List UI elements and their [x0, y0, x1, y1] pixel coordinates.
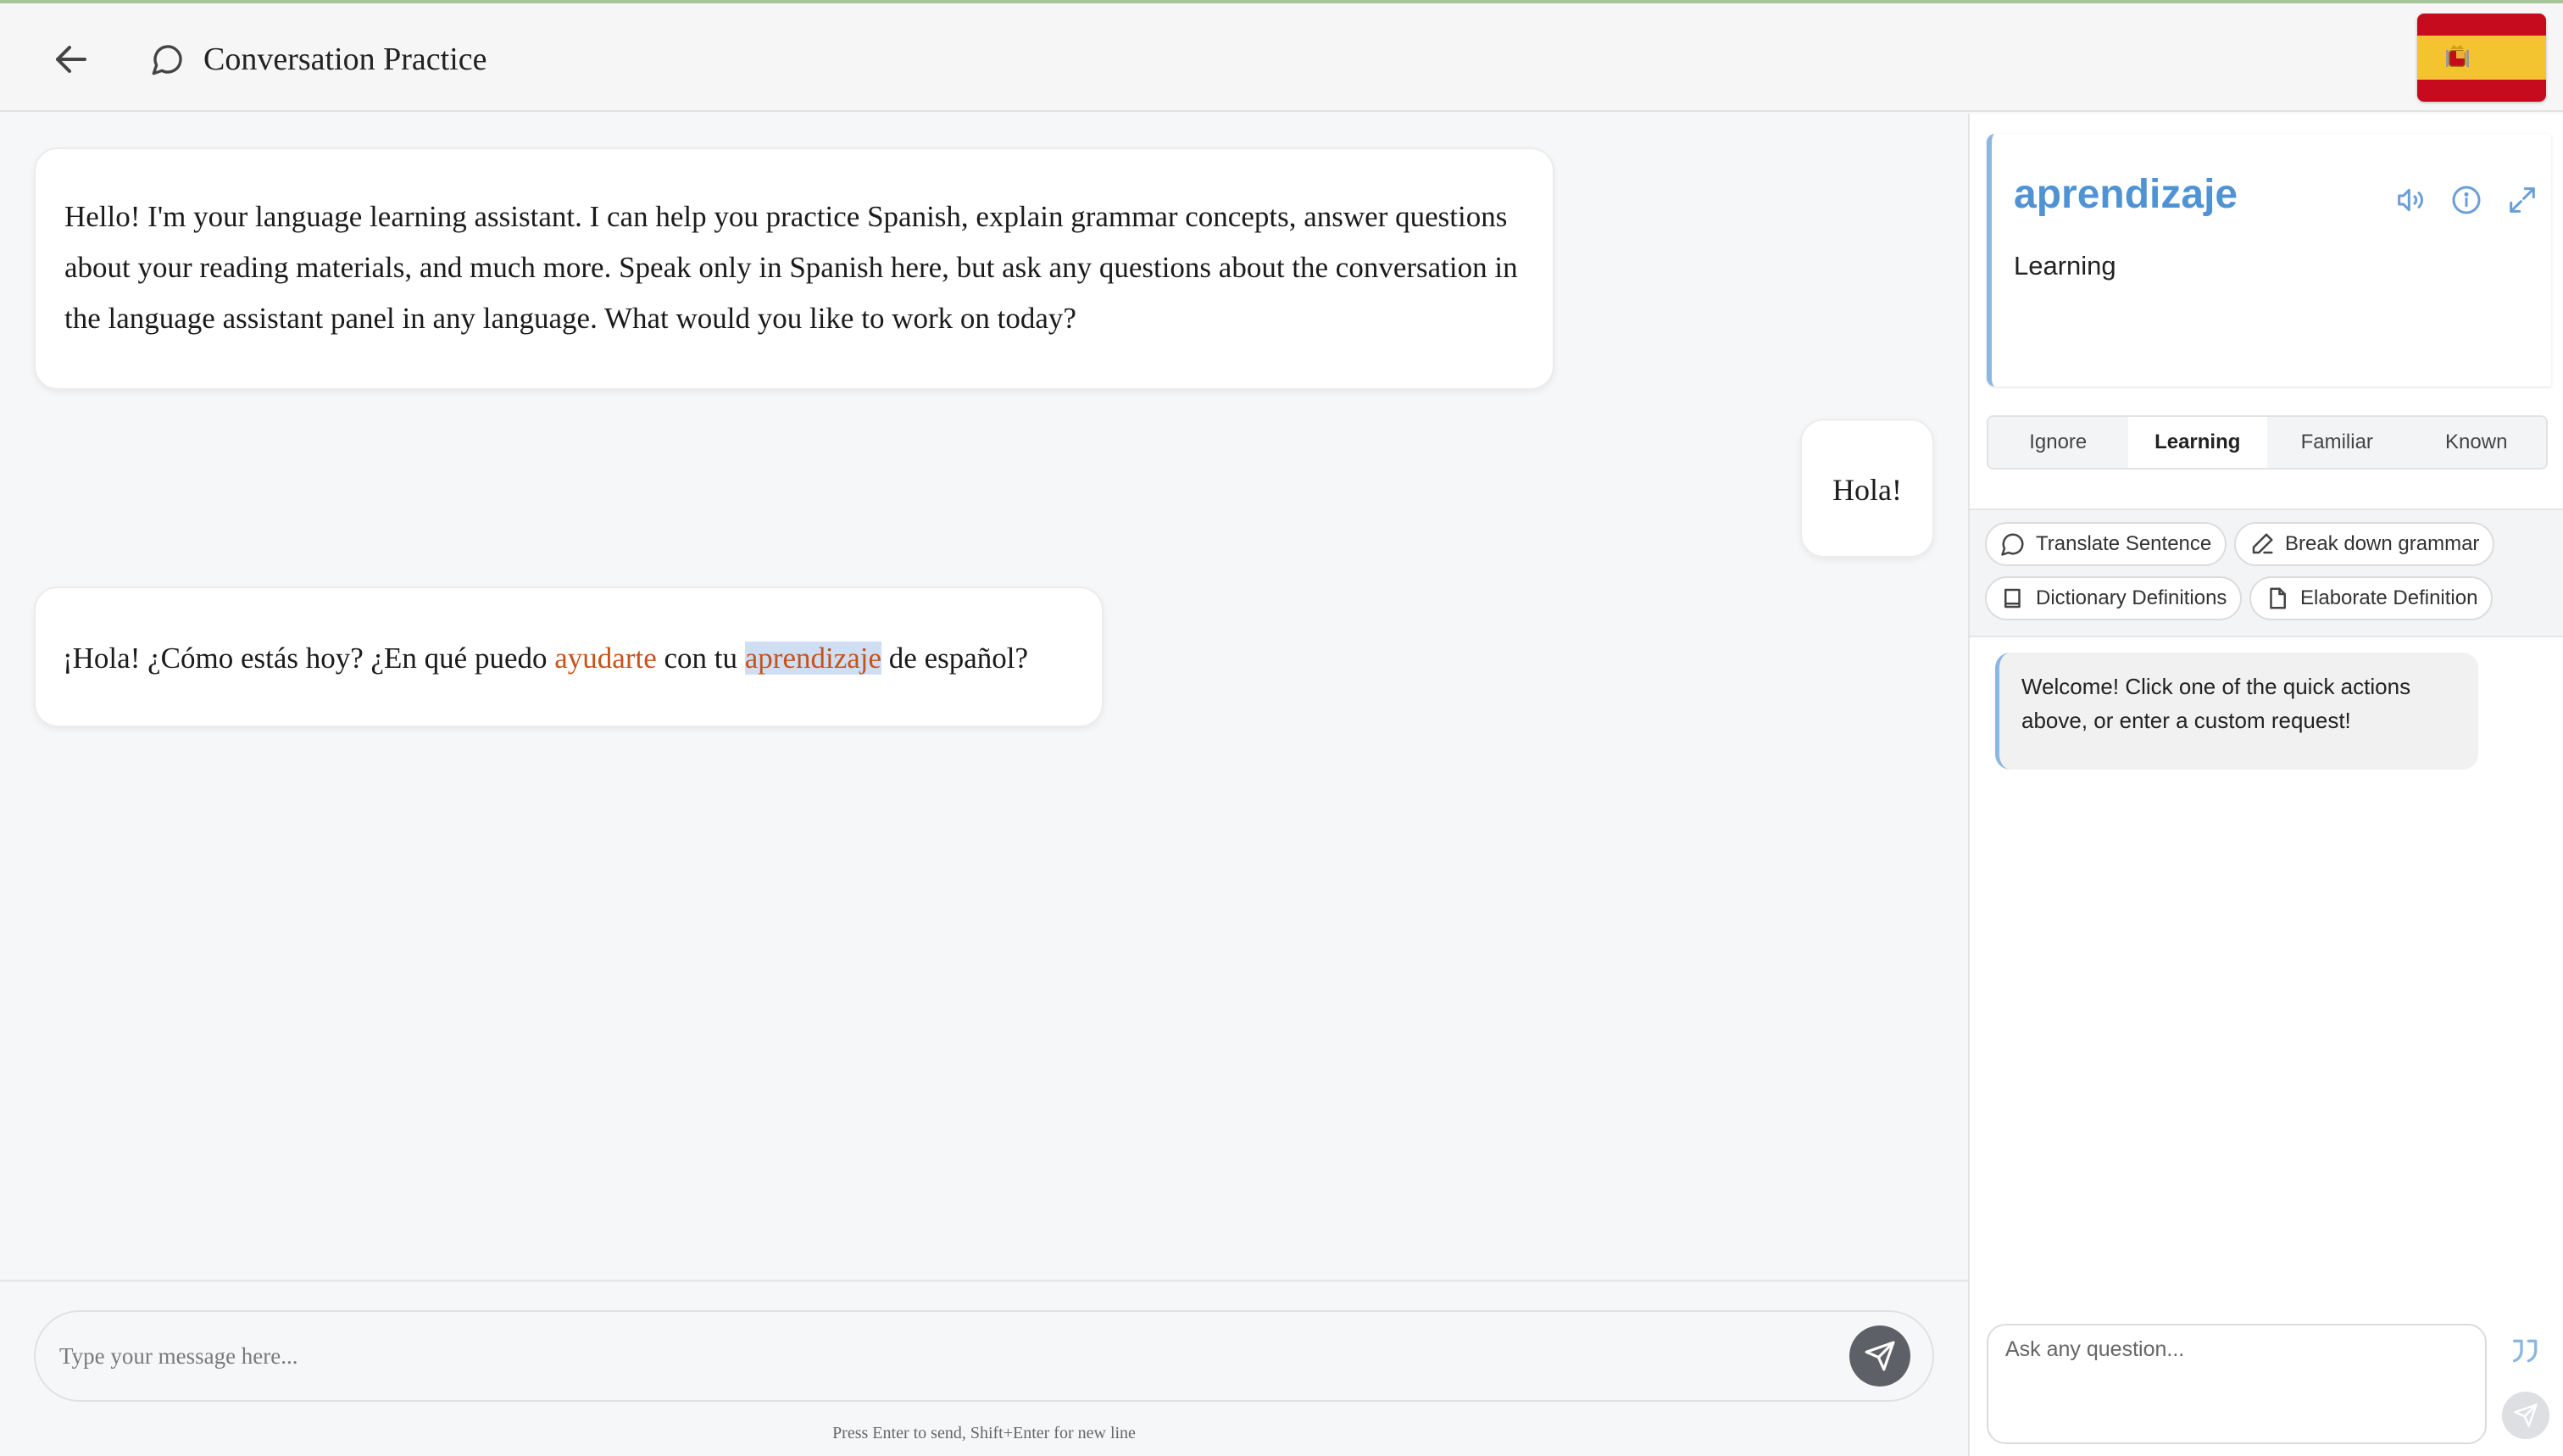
- chip-label: Dictionary Definitions: [2036, 586, 2227, 609]
- status-familiar-tab[interactable]: Familiar: [2267, 417, 2407, 468]
- language-assistant-panel: aprendizaje Learning Ignore Learning Fam…: [1968, 114, 2563, 1456]
- language-flag-button[interactable]: [2417, 14, 2546, 102]
- selected-word: aprendizaje: [2014, 172, 2238, 217]
- chip-label: Elaborate Definition: [2300, 586, 2478, 609]
- word-translation: Learning: [2014, 251, 2116, 281]
- message-text-segment: ¡Hola! ¿Cómo estás hoy? ¿En qué puedo: [63, 642, 555, 675]
- quote-icon[interactable]: [2509, 1334, 2543, 1368]
- book-icon: [2004, 588, 2021, 609]
- message-composer: Press Enter to send, Shift+Enter for new…: [0, 1280, 1968, 1456]
- ask-question-input[interactable]: [1987, 1324, 2487, 1444]
- chat-bubble-icon: [2001, 533, 2024, 556]
- assistant-welcome-message: Welcome! Click one of the quick actions …: [1995, 653, 2478, 770]
- speaker-icon[interactable]: [2393, 183, 2427, 217]
- conversation-area: Hello! I'm your language learning assist…: [0, 114, 1968, 1280]
- send-icon: [1865, 1341, 1895, 1371]
- expand-icon[interactable]: [2505, 183, 2539, 217]
- break-down-grammar-button[interactable]: Break down grammar: [2234, 522, 2495, 566]
- info-icon[interactable]: [2449, 183, 2483, 217]
- pen-icon: [2252, 533, 2273, 554]
- chip-label: Translate Sentence: [2036, 532, 2212, 555]
- assistant-message: ¡Hola! ¿Cómo estás hoy? ¿En qué puedo ay…: [34, 586, 1104, 727]
- document-icon: [2270, 587, 2286, 609]
- translate-sentence-button[interactable]: Translate Sentence: [1985, 522, 2227, 566]
- highlighted-word-ayudarte[interactable]: ayudarte: [554, 642, 656, 675]
- ask-send-button[interactable]: [2502, 1392, 2549, 1439]
- status-ignore-tab[interactable]: Ignore: [1988, 417, 2128, 468]
- chat-bubble-icon: [152, 45, 182, 75]
- status-known-tab[interactable]: Known: [2406, 417, 2546, 468]
- status-learning-tab[interactable]: Learning: [2127, 417, 2267, 468]
- send-icon: [2514, 1403, 2538, 1427]
- back-button[interactable]: [51, 39, 92, 80]
- composer-hint: Press Enter to send, Shift+Enter for new…: [832, 1424, 1136, 1442]
- word-status-tabs: Ignore Learning Familiar Known: [1987, 415, 2548, 470]
- user-message: Hola!: [1800, 419, 1934, 558]
- message-text: Hola!: [1832, 473, 1902, 507]
- page-title: Conversation Practice: [203, 42, 487, 77]
- chip-label: Break down grammar: [2285, 532, 2480, 555]
- elaborate-definition-button[interactable]: Elaborate Definition: [2249, 576, 2494, 620]
- word-card: aprendizaje Learning: [1987, 134, 2551, 386]
- message-input[interactable]: [34, 1310, 1934, 1402]
- app-header: Conversation Practice: [0, 3, 2563, 112]
- message-text-segment: de español?: [881, 642, 1029, 675]
- selected-word-aprendizaje[interactable]: aprendizaje: [744, 642, 882, 675]
- message-text-segment: con tu: [656, 642, 745, 675]
- dictionary-definitions-button[interactable]: Dictionary Definitions: [1985, 576, 2243, 620]
- arrow-left-icon: [56, 46, 86, 73]
- send-button[interactable]: [1849, 1325, 1910, 1387]
- coat-of-arms-icon: [2446, 45, 2469, 67]
- quick-actions: Translate Sentence Break down grammar Di…: [1970, 508, 2563, 637]
- assistant-message: Hello! I'm your language learning assist…: [34, 147, 1554, 390]
- message-text: Hello! I'm your language learning assist…: [64, 200, 1518, 335]
